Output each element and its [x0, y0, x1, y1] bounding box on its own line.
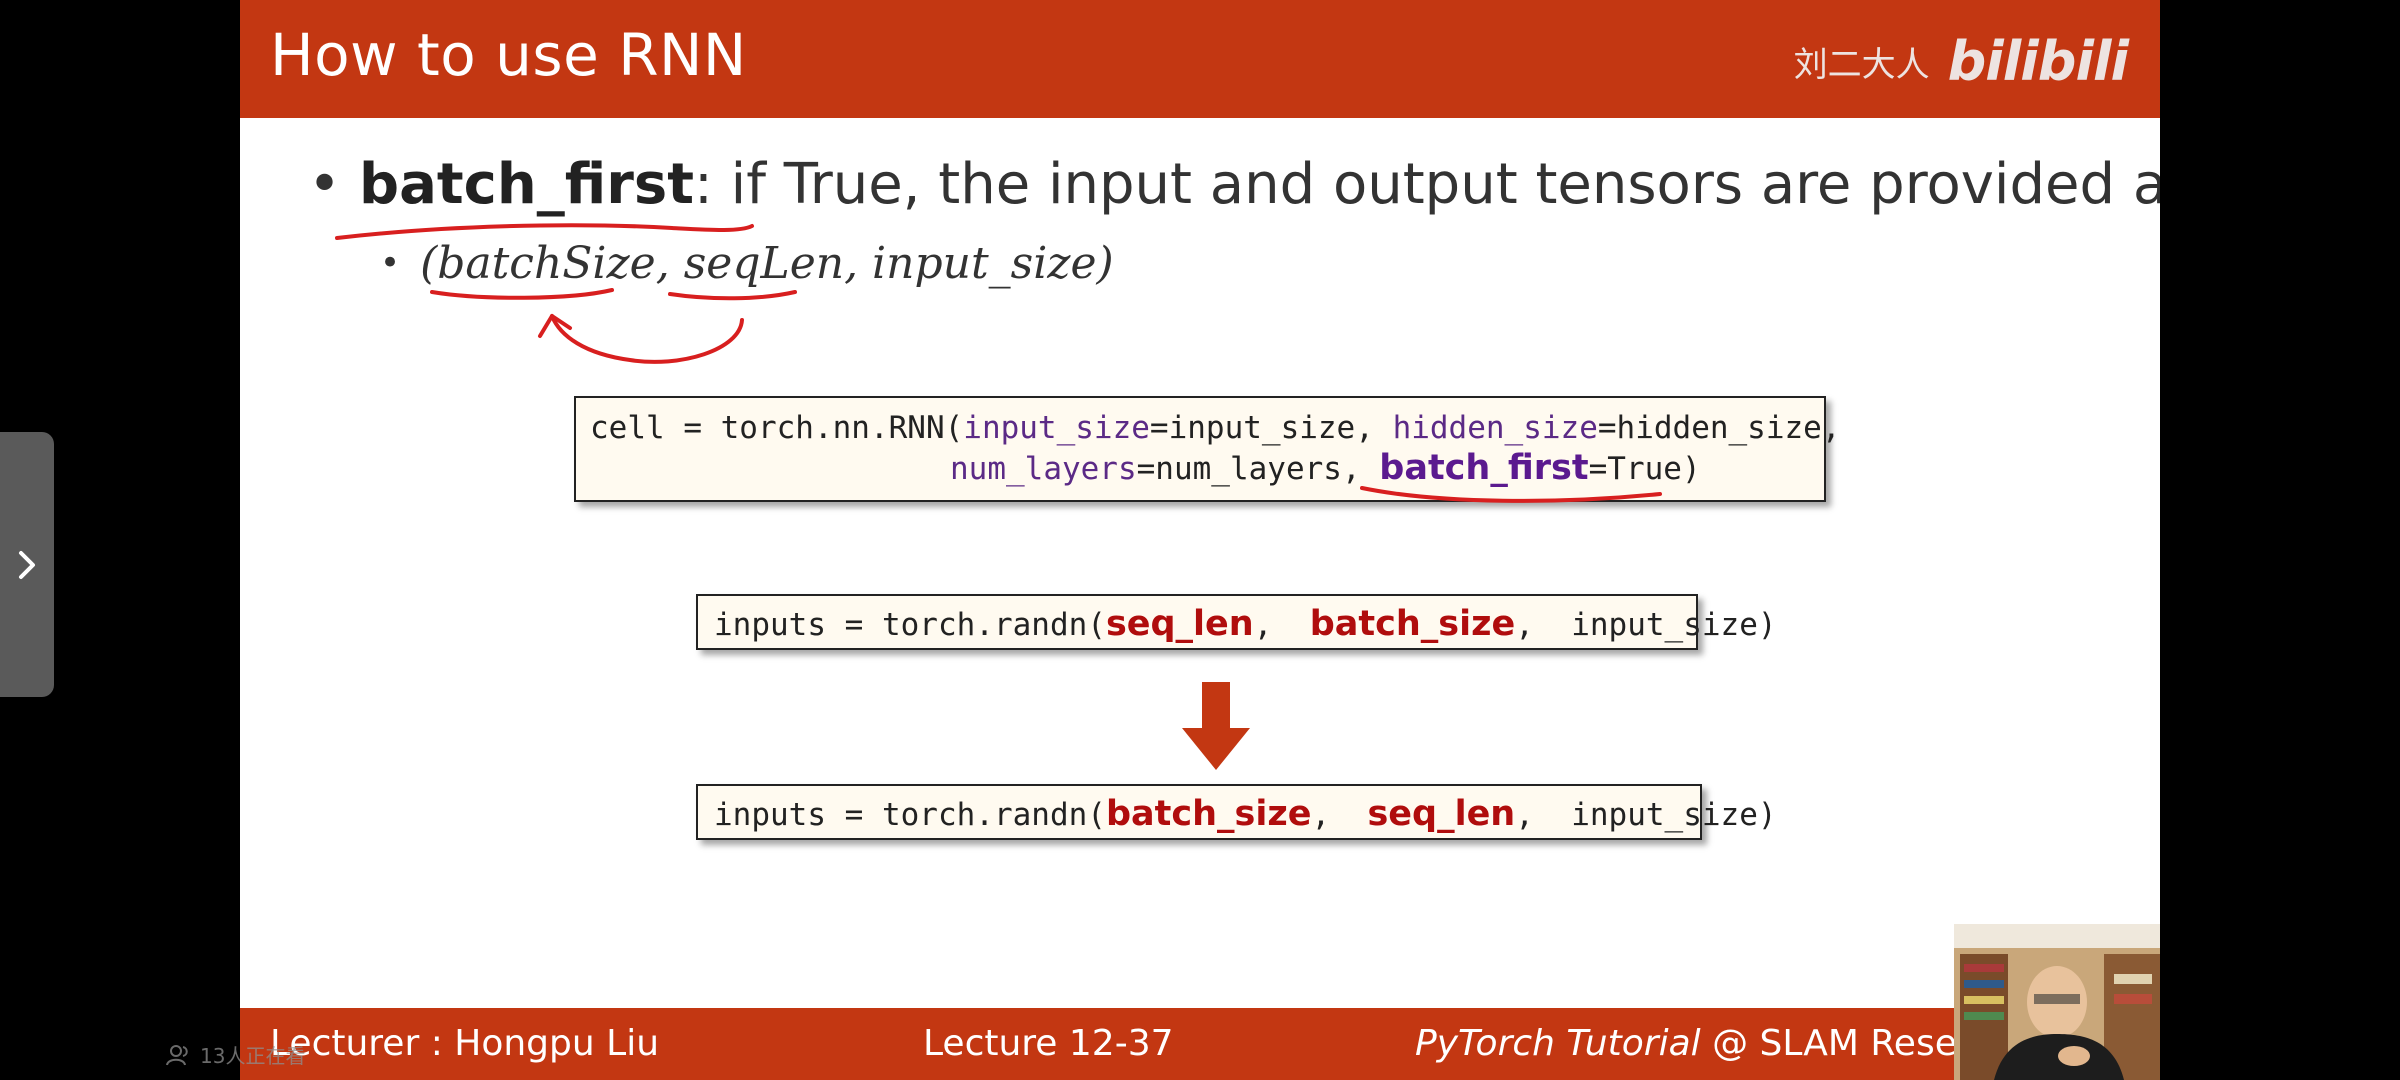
code-keyword: input_size [963, 410, 1150, 446]
slide-header: How to use RNN 刘二大人 bilibili [240, 0, 2160, 118]
code-keyword: num_layers [950, 451, 1137, 487]
footer-lecturer: Lecturer : Hongpu Liu [270, 1023, 660, 1064]
code-inputs-seq-first: inputs = torch.randn(seq_len, batch_size… [696, 594, 1777, 650]
code-line: num_layers=num_layers, batch_first=True) [950, 448, 1701, 489]
code-text: =hidden_size, [1597, 410, 1841, 446]
bullet-shape: • (batchSize, seqLen, input_size) [380, 238, 1114, 289]
side-panel-toggle[interactable] [0, 432, 54, 697]
code-text: =num_layers, [1136, 451, 1380, 487]
lecturer-video-icon [1954, 924, 2160, 1080]
code-text: , [1515, 797, 1572, 833]
code-text: =True) [1588, 451, 1701, 487]
code-highlight: batch_size [1309, 604, 1516, 644]
footer-course: PyTorch Tutorial @ SLAM Resea [1415, 1023, 1979, 1064]
code-highlight: seq_len [1367, 794, 1516, 834]
footer-course-org: @ SLAM Resea [1700, 1023, 1979, 1064]
bullet-dot: • [380, 243, 401, 283]
code-line: cell = torch.nn.RNN(input_size=input_siz… [590, 408, 1841, 448]
viewer-count-text: 13人正在看 [200, 1044, 306, 1068]
watermark-author: 刘二大人 [1793, 45, 1930, 85]
shape-formula: (batchSize, seqLen, input_size) [420, 238, 1114, 289]
slide-title: How to use RNN [270, 21, 747, 89]
chevron-right-icon [19, 550, 35, 579]
footer-course-title: PyTorch Tutorial [1415, 1023, 1701, 1064]
watermark: 刘二大人 bilibili [1793, 30, 2129, 93]
code-rnn-constructor: cell = torch.nn.RNN(input_size=input_siz… [574, 396, 1841, 502]
slide: How to use RNN 刘二大人 bilibili • batch_firs… [240, 0, 2160, 1080]
code-text: input_size) [1571, 607, 1777, 643]
code-text: , [1515, 607, 1572, 643]
code-highlight: batch_size [1105, 794, 1312, 834]
code-text: inputs = torch.randn( [714, 797, 1106, 833]
bullet-dot: • [308, 152, 342, 217]
code-text: cell = torch.nn.RNN( [590, 410, 964, 446]
batch-first-term: batch_first [359, 152, 694, 217]
viewer-count: 13人正在看 [166, 1040, 305, 1069]
code-text: =input_size, [1149, 410, 1393, 446]
code-highlight: seq_len [1105, 604, 1254, 644]
code-text: input_size) [1571, 797, 1777, 833]
code-keyword: hidden_size [1392, 410, 1598, 446]
code-inputs-batch-first: inputs = torch.randn(batch_size, seq_len… [696, 784, 1777, 840]
viewers-icon [166, 1044, 188, 1065]
bilibili-logo: bilibili [1947, 30, 2129, 93]
code-text: inputs = torch.randn( [714, 607, 1106, 643]
bullet-batch-first: • batch_first: if True, the input and out… [308, 152, 2160, 217]
code-text: , [1253, 607, 1310, 643]
video-player[interactable]: How to use RNN 刘二大人 bilibili • batch_firs… [0, 0, 2400, 1080]
code-text: , [1311, 797, 1368, 833]
lecturer-webcam [1954, 924, 2160, 1080]
arrow-down-icon [1182, 682, 1250, 770]
slide-footer: Lecturer : Hongpu Liu Lecture 12-37 PyTo… [240, 1008, 2160, 1080]
code-highlight: batch_first [1379, 448, 1589, 488]
footer-lecture-number: Lecture 12-37 [923, 1023, 1174, 1064]
batch-first-description: : if True, the input and output tensors … [693, 152, 2160, 217]
